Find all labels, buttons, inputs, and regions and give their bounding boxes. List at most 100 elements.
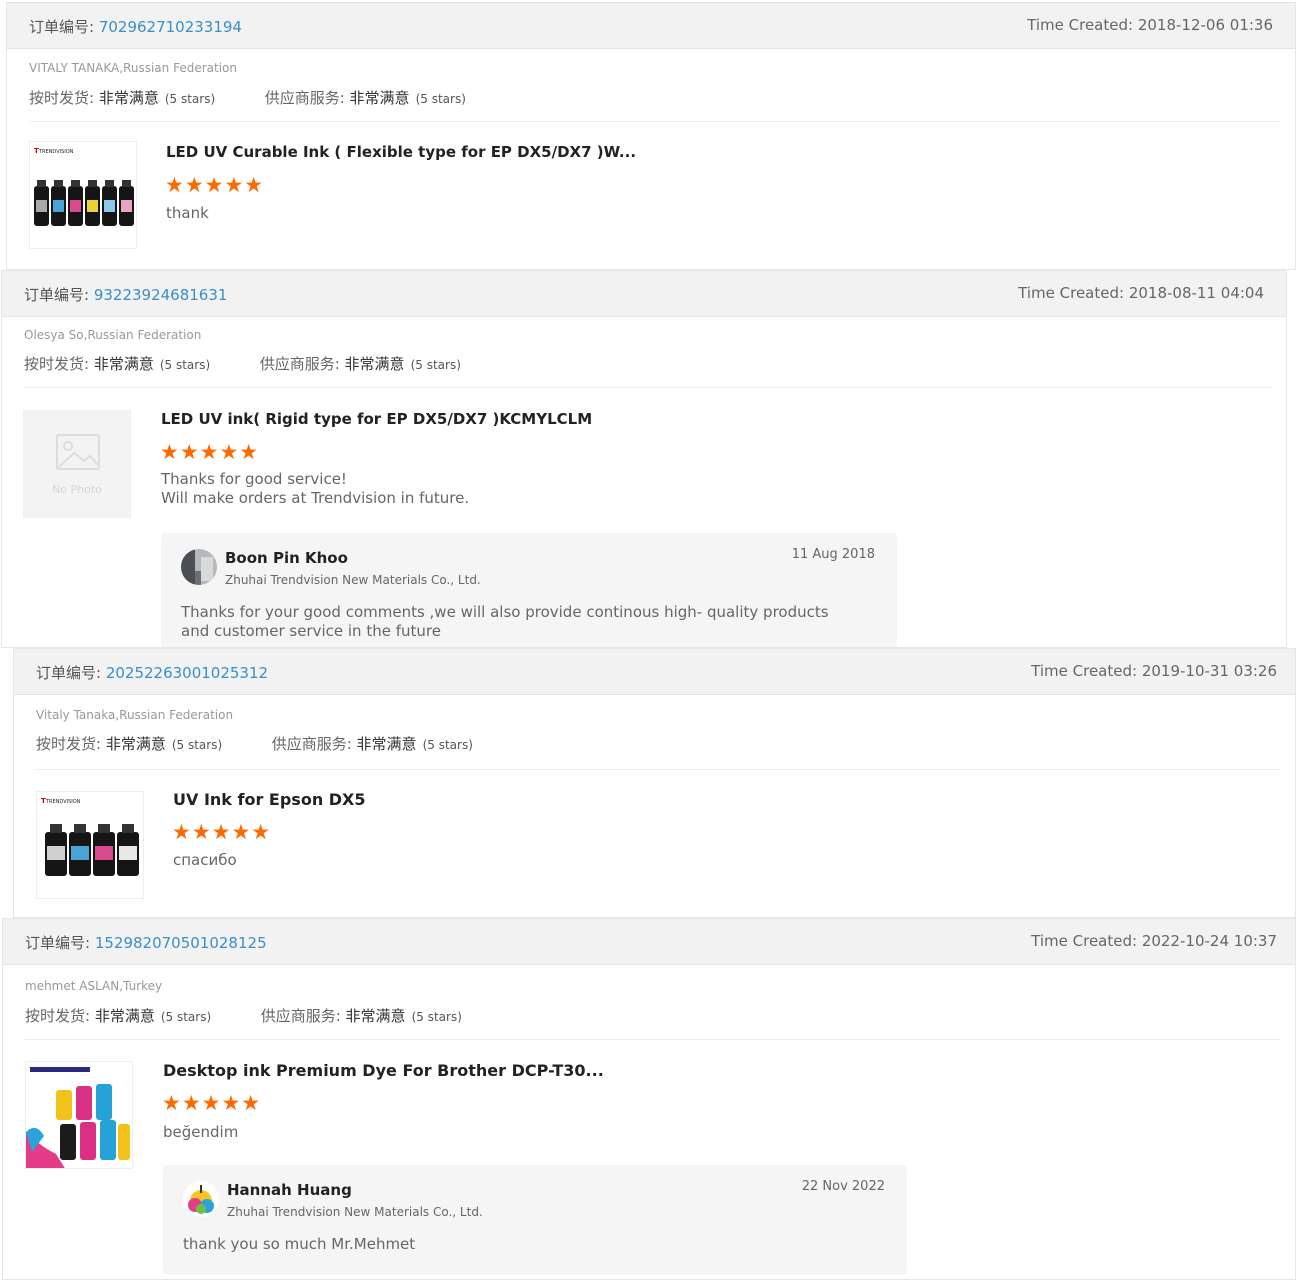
review-card: 订单编号: 20252263001025312 Time Created: 20…: [13, 648, 1296, 918]
buyer-name: mehmet ASLAN,Turkey: [25, 979, 163, 993]
no-photo-text: No Photo: [52, 483, 102, 496]
shipping-label: 按时发货:: [25, 1007, 95, 1025]
review-card: 订单编号: 152982070501028125 Time Created: 2…: [2, 918, 1296, 1280]
time-value: 2018-08-11 04:04: [1128, 284, 1264, 302]
shipping-label: 按时发货:: [36, 735, 106, 753]
shipping-stars: (5 stars): [164, 92, 216, 106]
shipping-label: 按时发货:: [24, 355, 94, 373]
shipping-rating: 非常满意: [98, 89, 159, 107]
order-number-link[interactable]: 93223924681631: [94, 286, 228, 304]
product-title-link[interactable]: LED UV ink( Rigid type for EP DX5/DX7 )K…: [161, 410, 592, 428]
time-value: 2022-10-24 10:37: [1141, 932, 1277, 950]
no-photo-placeholder: No Photo: [23, 410, 131, 518]
divider: [25, 1039, 1281, 1040]
order-number-label: 订单编号: 20252263001025312: [36, 662, 268, 683]
order-number-link[interactable]: 702962710233194: [99, 18, 242, 36]
time-prefix: Time Created:: [1027, 16, 1138, 34]
service-rating: 非常满意: [356, 735, 417, 753]
service-label: 供应商服务:: [271, 735, 357, 753]
seller-ratings: 按时发货: 非常满意 (5 stars) 供应商服务: 非常满意 (5 stars): [29, 87, 466, 108]
time-created: Time Created: 2018-08-11 04:04: [1018, 284, 1264, 302]
person-avatar-icon: [181, 549, 217, 585]
card-header: 订单编号: 20252263001025312 Time Created: 20…: [14, 649, 1295, 695]
order-number-link[interactable]: 152982070501028125: [95, 934, 267, 952]
product-title-link[interactable]: UV Ink for Epson DX5: [173, 790, 366, 809]
shipping-rating: 非常满意: [93, 355, 154, 373]
paint-splash-avatar-icon: [188, 1185, 214, 1214]
reply-author: Boon Pin Khoo: [225, 549, 348, 567]
product-thumbnail[interactable]: T TRENDVISION: [29, 141, 137, 249]
order-prefix: 订单编号:: [36, 664, 106, 682]
reply-company: Zhuhai Trendvision New Materials Co., Lt…: [225, 573, 481, 587]
reply-text: thank you so much Mr.Mehmet: [183, 1235, 416, 1253]
shipping-stars: (5 stars): [160, 1010, 212, 1024]
service-stars: (5 stars): [415, 92, 466, 106]
order-number-label: 订单编号: 93223924681631: [24, 284, 227, 305]
review-line: Will make orders at Trendvision in futur…: [161, 489, 470, 507]
reply-company: Zhuhai Trendvision New Materials Co., Lt…: [227, 1205, 483, 1219]
service-stars: (5 stars): [410, 358, 461, 372]
order-prefix: 订单编号:: [25, 934, 95, 952]
product-thumbnail[interactable]: T TRENDVISION: [36, 791, 144, 899]
service-stars: (5 stars): [411, 1010, 462, 1024]
order-number-label: 订单编号: 152982070501028125: [25, 932, 267, 953]
review-text: beğendim: [163, 1123, 238, 1142]
shipping-label: 按时发货:: [29, 89, 99, 107]
reply-text: Thanks for your good comments ,we will a…: [181, 603, 829, 640]
product-thumbnail[interactable]: [25, 1061, 133, 1169]
star-rating: ★★★★★: [172, 820, 272, 844]
card-header: 订单编号: 152982070501028125 Time Created: 2…: [3, 919, 1295, 965]
divider: [29, 121, 1281, 122]
service-rating: 非常满意: [344, 355, 405, 373]
product-title-link[interactable]: Desktop ink Premium Dye For Brother DCP-…: [163, 1061, 604, 1080]
buyer-name: VITALY TANAKA,Russian Federation: [29, 61, 237, 75]
time-created: Time Created: 2019-10-31 03:26: [1031, 662, 1277, 680]
order-prefix: 订单编号:: [24, 286, 94, 304]
star-rating: ★★★★★: [165, 173, 265, 197]
review-line: thank: [166, 204, 209, 222]
ink-bottles-image: T TRENDVISION: [34, 147, 134, 226]
review-card: 订单编号: 702962710233194 Time Created: 2018…: [6, 2, 1296, 270]
seller-ratings: 按时发货: 非常满意 (5 stars) 供应商服务: 非常满意 (5 stars): [25, 1005, 462, 1026]
service-rating: 非常满意: [345, 1007, 406, 1025]
shipping-rating: 非常满意: [94, 1007, 155, 1025]
seller-reply: Boon Pin Khoo Zhuhai Trendvision New Mat…: [161, 533, 897, 647]
shipping-stars: (5 stars): [171, 738, 223, 752]
star-rating: ★★★★★: [160, 440, 260, 464]
time-value: 2019-10-31 03:26: [1141, 662, 1277, 680]
seller-ratings: 按时发货: 非常满意 (5 stars) 供应商服务: 非常满意 (5 stars): [24, 353, 461, 374]
seller-ratings: 按时发货: 非常满意 (5 stars) 供应商服务: 非常满意 (5 stars): [36, 733, 473, 754]
divider: [24, 387, 1272, 388]
review-card: 订单编号: 93223924681631 Time Created: 2018-…: [1, 270, 1287, 648]
review-text: спасибо: [173, 851, 237, 870]
shipping-rating: 非常满意: [105, 735, 166, 753]
service-label: 供应商服务:: [264, 89, 350, 107]
brand-logo-text: TRENDVISION: [45, 799, 81, 805]
product-title-link[interactable]: LED UV Curable Ink ( Flexible type for E…: [166, 143, 636, 161]
buyer-name: Olesya So,Russian Federation: [24, 328, 202, 342]
order-number-link[interactable]: 20252263001025312: [106, 664, 268, 682]
shipping-stars: (5 stars): [159, 358, 211, 372]
avatar: [181, 549, 217, 585]
buyer-name: Vitaly Tanaka,Russian Federation: [36, 708, 234, 722]
time-prefix: Time Created:: [1031, 932, 1142, 950]
service-label: 供应商服务:: [260, 1007, 346, 1025]
review-line: beğendim: [163, 1123, 239, 1141]
seller-reply: Hannah Huang Zhuhai Trendvision New Mate…: [163, 1165, 907, 1275]
review-text: thank: [166, 204, 209, 223]
order-number-label: 订单编号: 702962710233194: [29, 16, 242, 37]
divider: [36, 769, 1281, 770]
review-line: спасибо: [173, 851, 237, 869]
service-label: 供应商服务:: [259, 355, 345, 373]
time-value: 2018-12-06 01:36: [1137, 16, 1273, 34]
time-created: Time Created: 2018-12-06 01:36: [1027, 16, 1273, 34]
card-header: 订单编号: 93223924681631 Time Created: 2018-…: [2, 271, 1286, 317]
star-rating: ★★★★★: [162, 1091, 262, 1115]
review-line: Thanks for good service!: [161, 470, 347, 488]
review-text: Thanks for good service! Will make order…: [161, 470, 469, 508]
image-placeholder-icon: [56, 434, 100, 470]
order-prefix: 订单编号:: [29, 18, 99, 36]
reply-date: 22 Nov 2022: [801, 1179, 885, 1194]
brand-logo-text: TRENDVISION: [38, 149, 74, 155]
reply-date: 11 Aug 2018: [791, 547, 875, 562]
